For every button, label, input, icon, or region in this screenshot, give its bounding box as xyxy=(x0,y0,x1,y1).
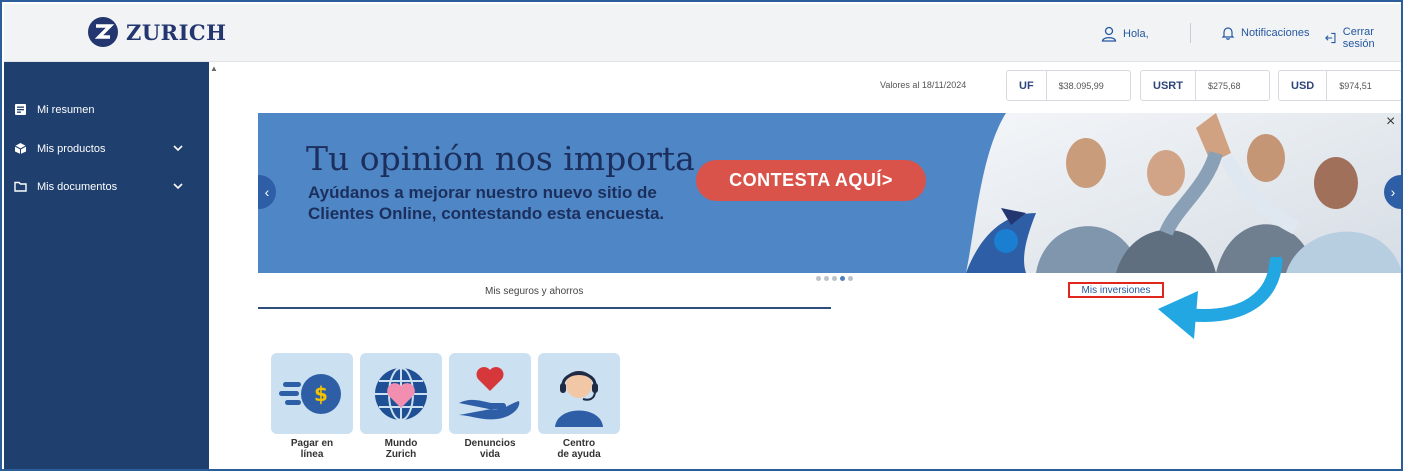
carousel-dot-active[interactable] xyxy=(840,276,845,281)
notifications-label: Notificaciones xyxy=(1241,27,1310,39)
fx-rate-usrt: USRT $275,68 xyxy=(1140,70,1270,101)
active-tab-underline xyxy=(258,307,831,309)
sidebar: Mi resumen Mis productos Mis documentos xyxy=(4,62,209,469)
tile-label-line: vida xyxy=(479,449,500,460)
tile-label-line: Pagar en xyxy=(290,438,334,449)
pointer-arrow-icon xyxy=(1158,257,1283,339)
tile-label-line: línea xyxy=(300,449,324,460)
logout-label: Cerrar sesión xyxy=(1342,26,1375,50)
svg-text:$: $ xyxy=(314,382,328,406)
carousel-dot[interactable] xyxy=(816,276,821,281)
chevron-left-icon: ‹ xyxy=(264,184,270,200)
sidebar-item-productos[interactable]: Mis productos xyxy=(14,142,184,155)
banner-prev-button[interactable]: ‹ xyxy=(258,175,276,209)
summary-icon xyxy=(15,104,26,115)
sidebar-item-label: Mi resumen xyxy=(37,103,95,116)
tab-seguros-ahorros[interactable]: Mis seguros y ahorros xyxy=(485,286,583,297)
products-icon xyxy=(14,143,27,154)
tab-inversiones-label: Mis inversiones xyxy=(1081,284,1151,296)
tile-label-line: Mundo xyxy=(384,438,418,449)
app-window: ZURICH Hola, Notificaciones Cerrar sesió… xyxy=(0,0,1403,471)
carousel-dot[interactable] xyxy=(848,276,853,281)
tab-inversiones[interactable]: Mis inversiones xyxy=(1068,282,1164,298)
close-icon[interactable]: × xyxy=(1386,113,1395,131)
carousel-pagination xyxy=(816,276,853,281)
tile-label-denuncios: Denuncios vida xyxy=(449,438,531,460)
tile-mundo-zurich[interactable] xyxy=(360,353,442,434)
tile-label-line: Zurich xyxy=(385,449,417,460)
folder-icon xyxy=(14,181,27,192)
survey-cta-button[interactable]: CONTESTA AQUÍ> xyxy=(696,160,926,201)
sidebar-item-resumen[interactable]: Mi resumen xyxy=(14,103,184,116)
brand-name: ZURICH xyxy=(126,19,227,45)
fx-value: $974,51 xyxy=(1339,80,1372,91)
payment-icon: $ xyxy=(279,373,341,414)
sidebar-item-label: Mis documentos xyxy=(37,180,118,193)
tile-label-line: de ayuda xyxy=(557,449,601,460)
fx-rate-uf: UF $38.095,99 xyxy=(1006,70,1131,101)
fx-code: USD xyxy=(1291,79,1315,92)
header-divider xyxy=(1190,23,1191,43)
carousel-dot[interactable] xyxy=(832,276,837,281)
survey-banner: ‹ Tu opinión nos importa Ayúdanos a mejo… xyxy=(258,113,1401,273)
tile-label-line: Denuncios xyxy=(464,438,516,449)
tile-denuncios-vida[interactable] xyxy=(449,353,531,434)
tile-centro-de-ayuda[interactable] xyxy=(538,353,620,434)
support-agent-icon xyxy=(555,370,603,427)
chevron-down-icon[interactable] xyxy=(172,180,184,192)
brand-logo[interactable]: ZURICH xyxy=(88,17,226,47)
zurich-logo-icon xyxy=(88,17,118,47)
banner-title: Tu opinión nos importa xyxy=(306,139,695,178)
fx-rate-usd: USD $974,51 xyxy=(1278,70,1401,101)
user-icon xyxy=(1101,26,1117,42)
fx-date-label: Valores al 18/11/2024 xyxy=(880,80,967,90)
scroll-up-arrow-icon[interactable]: ▲ xyxy=(210,64,218,73)
fx-code: USRT xyxy=(1153,79,1183,92)
notifications-link[interactable]: Notificaciones xyxy=(1221,26,1309,40)
tile-label-pagar: Pagar en línea xyxy=(271,438,353,460)
tile-label-mundo: Mundo Zurich xyxy=(360,438,442,460)
logout-icon xyxy=(1325,32,1336,44)
bell-icon xyxy=(1221,27,1235,40)
fx-value: $38.095,99 xyxy=(1058,80,1104,91)
top-header: ZURICH Hola, Notificaciones Cerrar sesió… xyxy=(4,4,1401,62)
banner-text: Ayúdanos a mejorar nuestro nuevo sitio d… xyxy=(308,183,665,223)
globe-heart-icon xyxy=(375,366,427,421)
team-high-five-photo xyxy=(966,113,1401,273)
fx-value: $275,68 xyxy=(1207,80,1241,91)
tile-label-line: Centro xyxy=(562,438,596,449)
chevron-right-icon: › xyxy=(1390,184,1396,200)
fx-code: UF xyxy=(1019,79,1034,92)
carousel-dot[interactable] xyxy=(824,276,829,281)
logout-link[interactable]: Cerrar sesión xyxy=(1324,26,1401,50)
tile-label-centro: Centro de ayuda xyxy=(538,438,620,460)
user-greeting[interactable]: Hola, xyxy=(1101,26,1149,42)
hand-heart-icon xyxy=(459,366,520,419)
tile-pagar-en-linea[interactable]: $ xyxy=(271,353,353,434)
sidebar-item-documentos[interactable]: Mis documentos xyxy=(14,180,184,193)
greeting-text: Hola, xyxy=(1123,28,1149,40)
chevron-down-icon[interactable] xyxy=(172,142,184,154)
sidebar-item-label: Mis productos xyxy=(37,142,106,155)
